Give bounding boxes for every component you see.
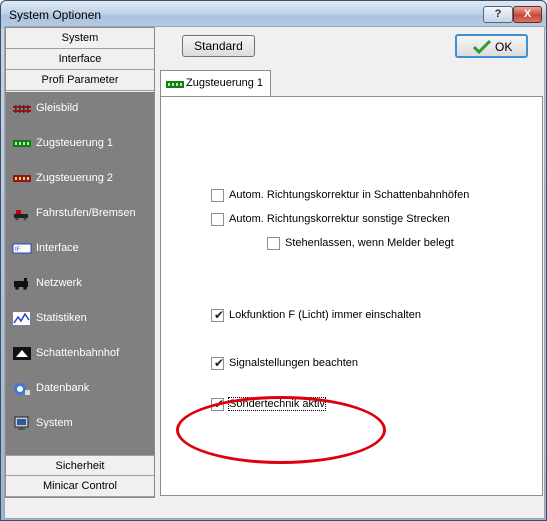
nav-header-interface[interactable]: Interface bbox=[6, 49, 154, 70]
track-icon bbox=[13, 105, 31, 113]
checkbox-box[interactable] bbox=[211, 213, 224, 226]
nav-item-label: Statistiken bbox=[36, 312, 87, 324]
ok-button[interactable]: OK bbox=[455, 34, 528, 58]
database-icon bbox=[14, 383, 30, 395]
checkbox-label: Signalstellungen beachten bbox=[229, 357, 359, 369]
train-control-2-icon bbox=[13, 175, 31, 182]
nav-header-minicar-control[interactable]: Minicar Control bbox=[6, 476, 154, 497]
close-button[interactable]: X bbox=[513, 6, 542, 23]
checkbox-label: Lokfunktion F (Licht) immer einschalten bbox=[229, 309, 421, 321]
nav-item-interface[interactable]: IF Interface bbox=[6, 232, 154, 267]
checkbox-label: Stehenlassen, wenn Melder belegt bbox=[285, 237, 454, 249]
nav-item-label: Netzwerk bbox=[36, 277, 82, 289]
speed-steps-icon bbox=[14, 210, 28, 221]
nav-group-profi-parameter: Gleisbild Zugsteuerung 1 Zugsteuerung 2 … bbox=[6, 92, 154, 455]
network-icon bbox=[14, 278, 28, 290]
nav-item-label: Gleisbild bbox=[36, 102, 79, 114]
tab-label: Zugsteuerung 1 bbox=[186, 77, 264, 89]
nav-item-datenbank[interactable]: Datenbank bbox=[6, 372, 154, 407]
client-area: System Interface Profi Parameter Gleisbi… bbox=[4, 26, 545, 519]
svg-text:IF: IF bbox=[15, 246, 21, 253]
interface-icon: IF bbox=[12, 243, 32, 254]
statistics-icon bbox=[13, 312, 30, 325]
nav-item-label: Interface bbox=[36, 242, 79, 254]
checkbox-box[interactable] bbox=[267, 237, 280, 250]
nav-item-schattenbahnhof[interactable]: Schattenbahnhof bbox=[6, 337, 154, 372]
nav-item-statistiken[interactable]: Statistiken bbox=[6, 302, 154, 337]
nav-item-fahrstufen-bremsen[interactable]: Fahrstufen/Bremsen bbox=[6, 197, 154, 232]
checkbox-box[interactable]: ✔ bbox=[211, 356, 225, 370]
nav-item-label: Zugsteuerung 2 bbox=[36, 172, 114, 184]
navigation-panel: System Interface Profi Parameter Gleisbi… bbox=[5, 27, 155, 498]
checkbox-label: Autom. Richtungskorrektur sonstige Strec… bbox=[229, 213, 450, 225]
nav-header-system[interactable]: System bbox=[6, 28, 154, 49]
nav-item-label: System bbox=[36, 417, 73, 429]
checkbox-box[interactable] bbox=[211, 189, 224, 202]
nav-item-system[interactable]: System bbox=[6, 407, 154, 442]
tab-zugsteuerung-1[interactable]: Zugsteuerung 1 bbox=[160, 70, 271, 97]
window-title: System Optionen bbox=[9, 8, 102, 22]
title-bar[interactable]: System Optionen ? X bbox=[1, 1, 546, 29]
nav-item-zugsteuerung-1[interactable]: Zugsteuerung 1 bbox=[6, 127, 154, 162]
nav-item-gleisbild[interactable]: Gleisbild bbox=[6, 92, 154, 127]
nav-item-label: Schattenbahnhof bbox=[36, 347, 120, 359]
checkmark-icon: ✔ bbox=[214, 308, 225, 322]
computer-icon bbox=[14, 416, 29, 430]
checkmark-icon bbox=[473, 40, 491, 54]
checkmark-icon: ✔ bbox=[214, 356, 225, 370]
ok-button-label: OK bbox=[495, 40, 513, 54]
nav-header-profi-parameter[interactable]: Profi Parameter bbox=[6, 70, 154, 91]
red-highlight-ellipse bbox=[176, 396, 386, 464]
standard-button[interactable]: Standard bbox=[182, 35, 255, 57]
train-control-icon bbox=[166, 81, 184, 88]
shadow-station-icon bbox=[13, 347, 31, 360]
checkbox-box[interactable]: ✔ bbox=[211, 308, 225, 322]
help-button[interactable]: ? bbox=[483, 6, 513, 23]
checkbox-label: Autom. Richtungskorrektur in Schattenbah… bbox=[229, 189, 470, 201]
nav-header-sicherheit[interactable]: Sicherheit bbox=[6, 455, 154, 476]
nav-item-zugsteuerung-2[interactable]: Zugsteuerung 2 bbox=[6, 162, 154, 197]
train-control-icon bbox=[13, 140, 31, 147]
nav-item-label: Zugsteuerung 1 bbox=[36, 137, 114, 149]
window: System Optionen ? X System Interface Pro… bbox=[0, 0, 547, 521]
nav-item-netzwerk[interactable]: Netzwerk bbox=[6, 267, 154, 302]
nav-item-label: Fahrstufen/Bremsen bbox=[36, 207, 136, 219]
nav-item-label: Datenbank bbox=[36, 382, 90, 394]
